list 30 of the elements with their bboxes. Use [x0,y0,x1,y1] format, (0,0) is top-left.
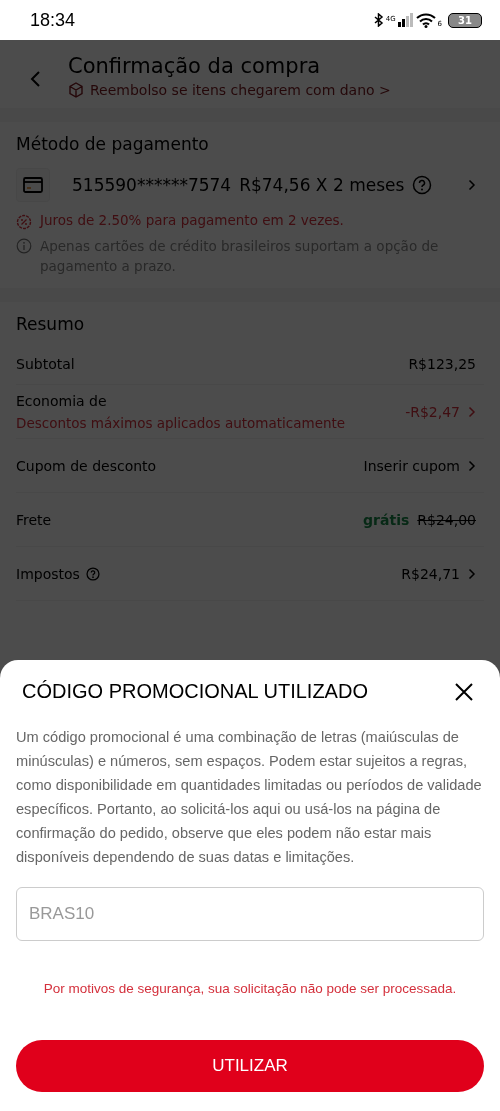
coupon-link[interactable]: Inserir cupom [363,457,460,474]
card-number: 515590******7574 [72,175,232,195]
bluetooth-icon [373,13,384,27]
error-message: Por motivos de segurança, sua solicitação não pode ser processada. [42,981,458,996]
discount-note: Descontos máximos aplicados automaticamente [16,414,347,431]
summary-label: Cupom de desconto [16,457,157,474]
apply-button[interactable]: UTILIZAR [16,1040,484,1092]
section-heading: Resumo [16,313,86,336]
summary-label: Frete [16,511,52,528]
close-icon[interactable] [454,681,474,702]
summary-value: R$123,25 [408,356,476,372]
section-heading: Método de pagamento [16,133,210,156]
sheet-title: CÓDIGO PROMOCIONAL UTILIZADO [22,680,368,703]
summary-label: Economia de [16,392,107,409]
status-time: 18:34 [30,9,76,31]
promo-code-field[interactable]: BRAS10 [16,887,484,941]
summary-label: Subtotal [16,356,75,372]
sheet-description: Um código promocional é uma combinação de letras (maiúsculas de minúsculas) e números, sem espaços. Podem estar sujeitos a regras, como disponibilidade em quantidades limitadas ou períodos de validade específicos. Portanto, ao solicitá-los aqui ou usá-los na página de confirmação do pedido, observe que eles podem não estar mais disponíveis dependendo de suas datas e limitações. [16,728,483,867]
free-label: grátis [363,511,410,528]
installment-amount: R$74,56 X 2 meses [239,175,405,195]
summary-value: R$24,71 [401,565,460,582]
signal-icon [397,13,414,27]
wifi-icon [415,12,436,28]
original-price: R$24,00 [417,511,476,528]
page-title: Confirmação da compra [68,54,322,78]
discount-amount: -R$2,47 [405,403,460,420]
summary-label: Impostos [16,565,80,582]
interest-notice: Juros de 2.50% para pagamento em 2 vezes. [40,212,344,228]
battery-indicator: 31 [448,12,482,28]
refund-link[interactable]: Reembolso se itens chegarem com dano > [90,82,391,98]
